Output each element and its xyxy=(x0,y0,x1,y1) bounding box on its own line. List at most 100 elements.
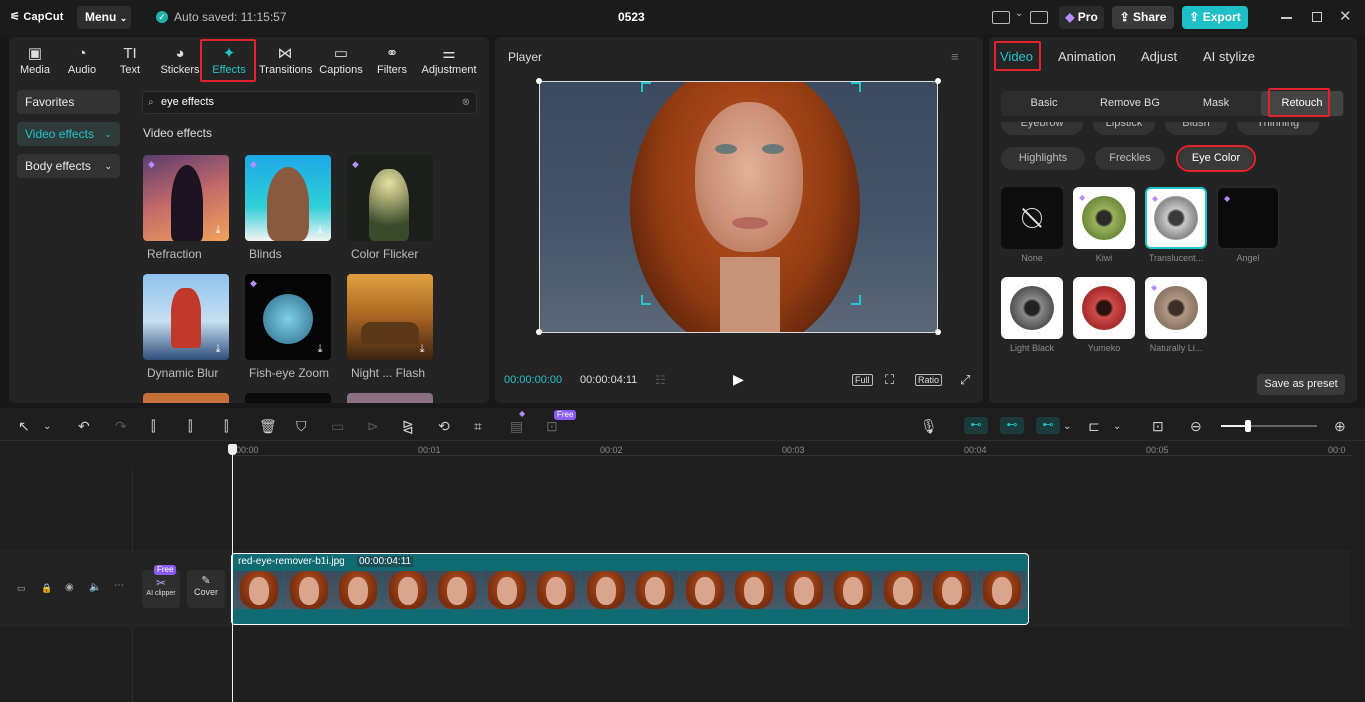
resize-handle[interactable] xyxy=(536,329,542,335)
crop-icon[interactable]: ⌗ xyxy=(474,418,482,435)
tab-transitions[interactable]: ⋈ Transitions xyxy=(259,41,312,81)
tab-stickers[interactable]: ◕ Stickers xyxy=(154,41,206,81)
subtab-remove-bg[interactable]: Remove BG xyxy=(1087,91,1173,116)
effect-card-refraction[interactable]: ◆ ⤓ xyxy=(143,155,229,241)
timeline-icon[interactable]: ☷ xyxy=(655,373,666,387)
tab-ai-stylize[interactable]: AI stylize xyxy=(1203,49,1255,64)
hamburger-icon[interactable]: ≡ xyxy=(951,49,959,64)
effect-card-fish-eye-zoom[interactable]: ◆ ⤓ xyxy=(245,274,331,360)
download-icon[interactable]: ⤓ xyxy=(313,342,327,356)
playhead-handle[interactable] xyxy=(228,444,237,455)
split-right-icon[interactable]: ⫿ xyxy=(224,418,228,435)
download-icon[interactable]: ⤓ xyxy=(313,223,327,237)
swatch-yumeko[interactable] xyxy=(1073,277,1135,339)
zoom-slider[interactable] xyxy=(1221,420,1317,432)
delete-icon[interactable]: 🗑 xyxy=(259,418,277,435)
tab-media[interactable]: ▣ Media xyxy=(9,41,61,81)
undo-icon[interactable]: ↶ xyxy=(78,418,90,435)
preview-axis-icon[interactable]: ⊏ xyxy=(1088,418,1100,435)
clear-icon[interactable]: ⊗ xyxy=(462,92,470,113)
swatch-angel[interactable]: ◆ xyxy=(1217,187,1279,249)
ai-edit-icon[interactable]: ▤ xyxy=(510,418,523,435)
track-video-icon[interactable]: ▭ xyxy=(17,583,26,594)
resize-handle[interactable] xyxy=(935,78,941,84)
chevron-down-icon[interactable]: ⌄ xyxy=(1015,8,1023,19)
speaker-icon[interactable]: 🔈 xyxy=(89,582,101,593)
resize-handle[interactable] xyxy=(935,329,941,335)
marker-icon[interactable]: ⛉ xyxy=(296,418,307,435)
preview-image[interactable] xyxy=(539,81,938,333)
playhead[interactable] xyxy=(232,448,233,702)
select-icon[interactable]: ↖ xyxy=(18,418,30,435)
main-track-magnet-icon[interactable]: ⊷ xyxy=(964,417,988,434)
fit-timeline-icon[interactable]: ⊡ xyxy=(1152,418,1164,435)
tab-text[interactable]: TI Text xyxy=(104,41,156,81)
ratio-button[interactable]: Ratio xyxy=(915,374,943,386)
download-icon[interactable]: ⤓ xyxy=(211,223,225,237)
layout-icon[interactable] xyxy=(992,11,1010,24)
keyboard-icon[interactable] xyxy=(1030,11,1048,24)
swatch-light-black[interactable] xyxy=(1001,277,1063,339)
save-preset-button[interactable]: Save as preset xyxy=(1257,374,1345,395)
effect-card-blinds[interactable]: ◆ ⤓ xyxy=(245,155,331,241)
pill-blush[interactable]: Blush xyxy=(1165,122,1227,135)
play-icon[interactable]: ▶ xyxy=(733,371,744,388)
tab-adjustment[interactable]: ⚌ Adjustment xyxy=(419,41,479,81)
cover-button[interactable]: ✎ Cover xyxy=(187,570,225,608)
rotate-icon[interactable]: ⟲ xyxy=(438,418,450,435)
video-clip[interactable]: red-eye-remover-b1i.jpg 00:00:04:11 xyxy=(231,553,1029,625)
zoom-out-icon[interactable]: ⊖ xyxy=(1190,418,1202,435)
close-icon[interactable]: ✕ xyxy=(1339,7,1352,25)
chevron-down-icon[interactable]: ⌄ xyxy=(1113,421,1121,432)
tab-animation[interactable]: Animation xyxy=(1058,49,1116,64)
swatch-kiwi[interactable]: ◆ xyxy=(1073,187,1135,249)
pill-thinning[interactable]: Thinning xyxy=(1237,122,1319,135)
zoom-in-icon[interactable]: ⊕ xyxy=(1334,418,1346,435)
sidebar-item-video-effects[interactable]: Video effects ⌄ xyxy=(17,122,120,146)
auto-snap-icon[interactable]: ⊷ xyxy=(1000,417,1024,434)
export-button[interactable]: ⇪ Export xyxy=(1182,6,1248,29)
tab-captions[interactable]: ▭ Captions xyxy=(315,41,367,81)
minimize-icon[interactable] xyxy=(1281,17,1292,19)
tab-filters[interactable]: ⚭ Filters xyxy=(366,41,418,81)
slider-handle[interactable] xyxy=(1245,420,1251,432)
sidebar-item-body-effects[interactable]: Body effects ⌄ xyxy=(17,154,120,178)
linkage-icon[interactable]: ⊷ xyxy=(1036,417,1060,434)
pill-lipstick[interactable]: Lipstick xyxy=(1093,122,1155,135)
ai-clipper-button[interactable]: ✂ AI clipper xyxy=(142,570,180,608)
search-input[interactable]: ⌕ eye effects ⊗ xyxy=(142,91,477,114)
pill-highlights[interactable]: Highlights xyxy=(1001,147,1085,170)
microphone-icon[interactable]: 🎙 xyxy=(920,418,938,435)
swatch-translucent[interactable]: ◆ xyxy=(1145,187,1207,249)
tab-audio[interactable]: ◔ Audio xyxy=(56,41,108,81)
more-icon[interactable]: ⋯ xyxy=(114,580,124,591)
swatch-naturally-light[interactable]: ◆ xyxy=(1145,277,1207,339)
swatch-none[interactable] xyxy=(1001,187,1063,249)
share-button[interactable]: ⇪ Share xyxy=(1112,6,1174,29)
effect-card-night-flash[interactable]: ⤓ xyxy=(347,274,433,360)
download-icon[interactable]: ⤓ xyxy=(211,342,225,356)
sidebar-item-favorites[interactable]: Favorites xyxy=(17,90,120,114)
effect-card-dynamic-blur[interactable]: ⤓ xyxy=(143,274,229,360)
pro-button[interactable]: ◆ Pro xyxy=(1059,6,1104,29)
chevron-down-icon[interactable]: ⌄ xyxy=(1063,421,1071,432)
fullscreen-icon[interactable]: ⤢ xyxy=(960,372,970,388)
focus-icon[interactable]: ⛶ xyxy=(885,372,894,388)
tab-adjust[interactable]: Adjust xyxy=(1141,49,1177,64)
menu-button[interactable]: Menu ⌄ xyxy=(77,6,131,29)
smart-cut-icon[interactable]: ⊡ xyxy=(546,418,558,435)
maximize-icon[interactable] xyxy=(1312,12,1322,22)
resize-handle[interactable] xyxy=(536,78,542,84)
mirror-icon[interactable]: ⧎ xyxy=(402,418,414,435)
subtab-basic[interactable]: Basic xyxy=(1001,91,1087,116)
effect-card-color-flicker[interactable]: ◆ xyxy=(347,155,433,241)
lock-icon[interactable]: 🔒 xyxy=(41,583,52,594)
split-left-icon[interactable]: ⫿ xyxy=(188,418,192,435)
eye-icon[interactable]: ◉ xyxy=(65,582,74,593)
pill-freckles[interactable]: Freckles xyxy=(1095,147,1165,170)
full-button[interactable]: Full xyxy=(852,374,873,386)
subtab-mask[interactable]: Mask xyxy=(1173,91,1259,116)
chevron-down-icon[interactable]: ⌄ xyxy=(43,421,51,432)
split-icon[interactable]: ⫿ xyxy=(151,418,155,435)
pill-eyebrow[interactable]: Eyebrow xyxy=(1001,122,1083,135)
